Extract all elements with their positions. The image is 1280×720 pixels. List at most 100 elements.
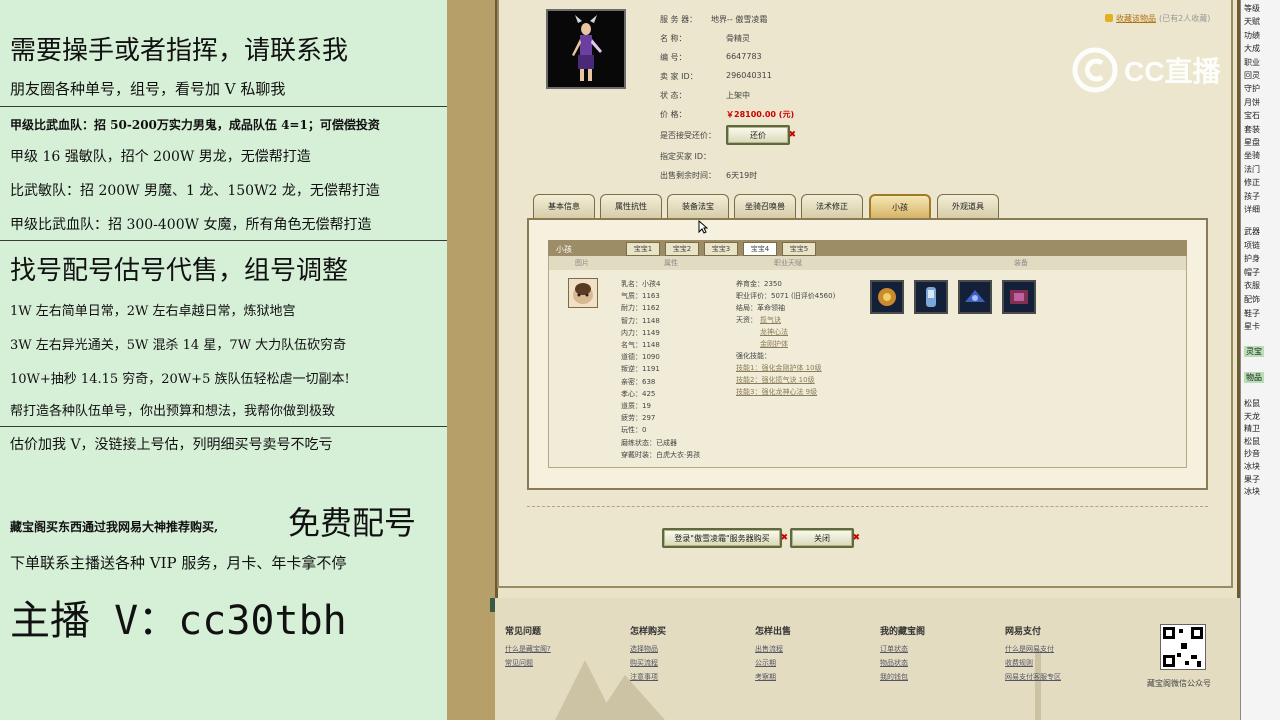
- login-to-buy-label: 登录"傲雪凌霜"服务器购买: [674, 533, 770, 543]
- footer-link[interactable]: 物品状态: [880, 658, 908, 668]
- side-tool-item[interactable]: 松鼠: [1244, 436, 1260, 447]
- footer-column-title: 网易支付: [1005, 627, 1042, 637]
- footer-link[interactable]: 购买流程: [630, 658, 658, 668]
- tab-mounts-pets[interactable]: 坐骑召唤兽: [734, 194, 796, 218]
- notice-line: 免费配号: [288, 504, 417, 542]
- tab-spells[interactable]: 法术修正: [801, 194, 863, 218]
- tab-baby-2[interactable]: 宝宝2: [665, 242, 699, 256]
- side-tool-item[interactable]: 星盘: [1244, 137, 1260, 148]
- login-to-buy-button[interactable]: 登录"傲雪凌霜"服务器购买 ✖: [662, 528, 788, 548]
- side-tool-item[interactable]: 法门: [1244, 164, 1260, 175]
- footer-link[interactable]: 注意事项: [630, 672, 658, 682]
- side-tool-item[interactable]: 套装: [1244, 124, 1260, 135]
- equipment-slot[interactable]: [958, 280, 992, 314]
- skill-link[interactable]: 技能2：强化揽气诀 10级: [736, 375, 815, 385]
- side-tool-item[interactable]: 配饰: [1244, 294, 1260, 305]
- side-tool-item[interactable]: 灵宝: [1244, 346, 1264, 357]
- notice-line: 藏宝阁买东西通过我网易大神推荐购买,: [10, 520, 219, 534]
- tab-baby-3[interactable]: 宝宝3: [704, 242, 738, 256]
- side-tool-item[interactable]: 武器: [1244, 226, 1260, 237]
- tab-appearance[interactable]: 外观道具: [937, 194, 999, 218]
- side-tool-item[interactable]: 修正: [1244, 177, 1260, 188]
- price-value: ￥28100.00 (元): [726, 110, 795, 119]
- footer-link[interactable]: 什么是网易支付: [1005, 644, 1054, 654]
- tab-baby-5[interactable]: 宝宝5: [782, 242, 816, 256]
- child-stat-row: 亲密：638: [621, 377, 656, 386]
- side-tool-item[interactable]: 职业: [1244, 57, 1260, 68]
- talent-link[interactable]: 金刚护体: [760, 339, 788, 349]
- child-portrait: [568, 278, 598, 308]
- footer-link[interactable]: 选择物品: [630, 644, 658, 654]
- notice-line: 甲级 16 强敏队，招个 200W 男龙，无偿帮打造: [10, 149, 311, 165]
- side-tool-item[interactable]: 等级: [1244, 3, 1260, 14]
- child-career-row: 职业评价：5071 (旧评价4560): [736, 292, 836, 300]
- side-tool-item[interactable]: 守护: [1244, 83, 1260, 94]
- status-label: 状 态：: [660, 91, 687, 100]
- side-tool-item[interactable]: 坐骑: [1244, 150, 1260, 161]
- notice-line: 帮打造各种队伍单号，你出预算和想法，我帮你做到极致: [10, 404, 336, 419]
- tab-children[interactable]: 小孩: [869, 194, 931, 218]
- side-tool-item[interactable]: 星卡: [1244, 321, 1260, 332]
- tab-baby-4[interactable]: 宝宝4: [743, 242, 777, 256]
- notice-line: 找号配号估号代售，组号调整: [10, 256, 349, 286]
- side-tool-item[interactable]: 项链: [1244, 240, 1260, 251]
- talent-link[interactable]: 龙神心法: [760, 327, 788, 337]
- footer-column-title: 怎样出售: [755, 627, 792, 637]
- side-tool-item[interactable]: 果子: [1244, 474, 1260, 485]
- name-label: 名 称：: [660, 34, 687, 43]
- notice-line: 比武敏队：招 200W 男魔、1 龙、150W2 龙，无偿帮打造: [10, 183, 380, 199]
- notice-line: 10W+抽秒 14.15 穷奇，20W+5 族队伍轻松虐一切副本!: [10, 372, 350, 387]
- side-tool-item[interactable]: 天赋: [1244, 16, 1260, 27]
- child-stat-row: 耐力：1162: [621, 304, 660, 313]
- skill-link[interactable]: 技能3：强化龙神心法 9级: [736, 387, 817, 397]
- child-stat-row: 乳名：小孩4: [621, 280, 661, 288]
- tab-basic-info[interactable]: 基本信息: [533, 194, 595, 218]
- tab-attributes[interactable]: 属性抗性: [600, 194, 662, 218]
- side-tool-item[interactable]: 功绩: [1244, 30, 1260, 41]
- counter-offer-button[interactable]: 还价 ✖: [726, 125, 796, 145]
- footer-link[interactable]: 网易支付客服专区: [1005, 672, 1061, 682]
- side-tool-item[interactable]: 松鼠: [1244, 398, 1260, 409]
- streamer-notice-panel: 需要操手或者指挥，请联系我 朋友圈各种单号，组号，看号加 V 私聊我 甲级比武血…: [0, 0, 447, 720]
- remaining-time-value: 6天19时: [726, 171, 758, 180]
- side-tool-item[interactable]: 精卫: [1244, 423, 1260, 434]
- child-career-row: 结局：革命领袖: [736, 304, 785, 312]
- side-tool-item[interactable]: 天龙: [1244, 411, 1260, 422]
- side-tool-item[interactable]: 护身: [1244, 253, 1260, 264]
- side-tool-item[interactable]: 冰块: [1244, 461, 1260, 472]
- close-button-label: 关闭: [814, 533, 830, 543]
- side-tool-item[interactable]: 衣服: [1244, 280, 1260, 291]
- footer-link[interactable]: 公示期: [755, 658, 776, 668]
- side-tool-item[interactable]: 帽子: [1244, 267, 1260, 278]
- equipment-slot[interactable]: [1002, 280, 1036, 314]
- side-tool-item[interactable]: 回灵: [1244, 70, 1260, 81]
- equipment-slot[interactable]: [870, 280, 904, 314]
- footer-link[interactable]: 什么是藏宝阁?: [505, 644, 551, 654]
- footer-link[interactable]: 我的钱包: [880, 672, 908, 682]
- side-tool-item[interactable]: 月饼: [1244, 97, 1260, 108]
- side-tool-item[interactable]: 详细: [1244, 204, 1260, 215]
- id-label: 编 号：: [660, 53, 687, 62]
- close-button[interactable]: 关闭 ✖: [790, 528, 860, 548]
- footer-link[interactable]: 出售流程: [755, 644, 783, 654]
- watermark-text: CC直播: [1124, 56, 1221, 87]
- side-tool-item[interactable]: 鞋子: [1244, 308, 1260, 319]
- side-tool-item[interactable]: 大成: [1244, 43, 1260, 54]
- side-tool-item[interactable]: 孩子: [1244, 191, 1260, 202]
- footer-link[interactable]: 常见问题: [505, 658, 533, 668]
- tab-equipment[interactable]: 装备法宝: [667, 194, 729, 218]
- side-tool-item[interactable]: 物品: [1244, 372, 1264, 383]
- side-tool-item[interactable]: 抄音: [1244, 448, 1260, 459]
- side-tool-item[interactable]: 宝石: [1244, 110, 1260, 121]
- talent-link[interactable]: 揽气诀: [760, 315, 781, 325]
- footer-link[interactable]: 订单状态: [880, 644, 908, 654]
- skill-link[interactable]: 技能1：强化金刚护体 10级: [736, 363, 822, 373]
- side-tool-strip: [1240, 0, 1280, 720]
- footer-link[interactable]: 收费规则: [1005, 658, 1033, 668]
- favorite-link[interactable]: 收藏该物品: [1116, 13, 1156, 24]
- footer-link[interactable]: 考察期: [755, 672, 776, 682]
- equipment-slot[interactable]: [914, 280, 948, 314]
- tab-baby-1[interactable]: 宝宝1: [626, 242, 660, 256]
- child-stat-row: 道质：19: [621, 402, 651, 410]
- side-tool-item[interactable]: 冰块: [1244, 486, 1260, 497]
